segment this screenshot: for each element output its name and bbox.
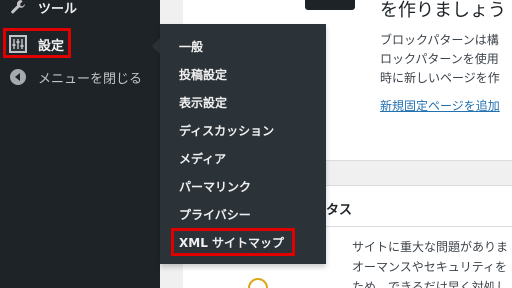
submenu-item-writing[interactable]: 投稿設定 [179, 66, 227, 83]
submenu-item-media[interactable]: メディア [179, 150, 226, 167]
site-health-title: タス [326, 203, 353, 218]
welcome-paragraph-line: ロックパターンを使用 [380, 52, 499, 66]
collapse-menu-label: メニューを閉じる [38, 71, 143, 87]
welcome-heading: を作りましょう [380, 0, 506, 21]
submenu-item-general[interactable]: 一般 [179, 38, 203, 55]
site-health-line: オーマンスやセキュリティを [352, 260, 508, 274]
site-health-line: サイトに重大な問題がありま [352, 240, 509, 254]
sidebar-item-label: ツール [38, 1, 78, 17]
sidebar-item-tools[interactable]: ツール [0, 0, 160, 24]
submenu-item-permalinks[interactable]: パーマリンク [179, 178, 251, 195]
collapse-arrow-icon [8, 67, 28, 87]
collapse-menu-button[interactable]: メニューを閉じる [0, 60, 160, 94]
pattern-thumbnail [305, 0, 355, 10]
submenu-item-discussion[interactable]: ディスカッション [179, 122, 274, 139]
add-page-link[interactable]: 新規固定ページを追加 [380, 97, 500, 114]
wrench-icon [8, 0, 28, 17]
welcome-paragraph-line: 時に新しいページを作 [380, 71, 500, 85]
welcome-paragraph-line: ブロックパターンは構 [380, 33, 499, 47]
xml-sitemap-highlight-box [171, 228, 295, 256]
flyout-pointer [152, 38, 160, 54]
submenu-item-privacy[interactable]: プライバシー [179, 206, 251, 223]
submenu-item-reading[interactable]: 表示設定 [179, 94, 227, 111]
settings-highlight-box [3, 28, 71, 58]
site-health-line: ため、できるだけ早く対処し [352, 280, 508, 288]
